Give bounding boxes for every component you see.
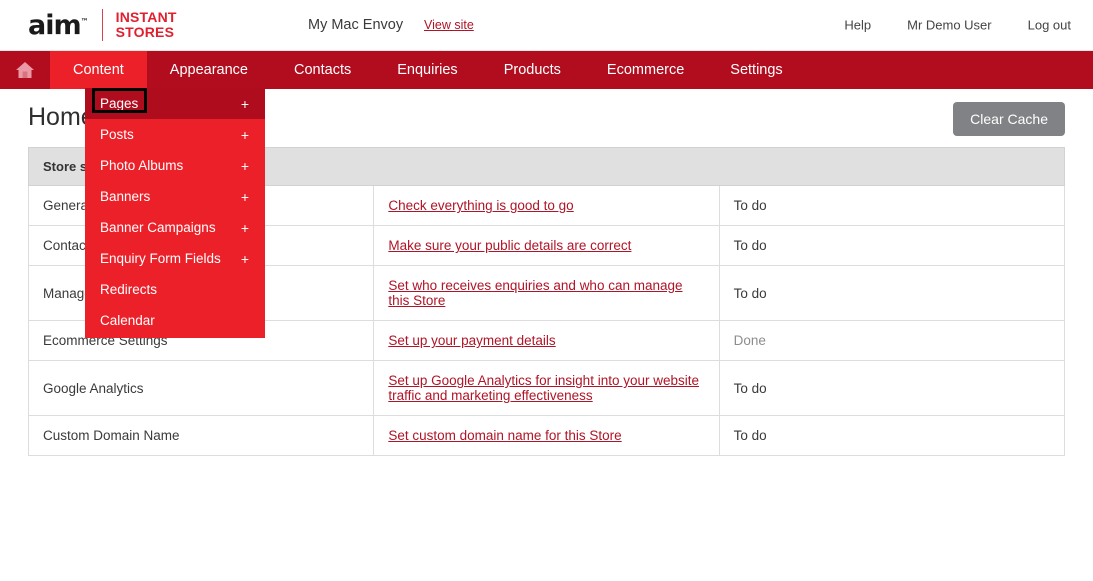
nav-item-settings[interactable]: Settings — [707, 51, 805, 89]
logo-trademark: ™ — [80, 16, 89, 26]
row-action-link[interactable]: Set up your payment details — [388, 333, 555, 348]
row-label: Custom Domain Name — [27, 415, 375, 456]
dropdown-item-calendar[interactable]: Calendar — [85, 305, 265, 336]
user-menu-link[interactable]: Mr Demo User — [907, 18, 992, 33]
dropdown-item-pages[interactable]: Pages + — [85, 88, 265, 119]
brand-logo[interactable]: aim™ INSTANT STORES — [28, 7, 177, 43]
row-status: To do — [718, 360, 1066, 416]
row-status: Done — [718, 320, 1066, 361]
row-label: Google Analytics — [27, 360, 375, 416]
expand-plus-icon[interactable]: + — [241, 190, 249, 204]
table-row: Google Analytics Set up Google Analytics… — [27, 360, 1066, 416]
logout-link[interactable]: Log out — [1028, 18, 1071, 33]
header-links: Help Mr Demo User Log out — [844, 18, 1071, 33]
dropdown-item-label: Calendar — [100, 313, 155, 328]
logo-aim-mark: aim™ — [28, 9, 89, 41]
dropdown-item-photo-albums[interactable]: Photo Albums + — [85, 150, 265, 181]
nav-item-content[interactable]: Content — [50, 51, 147, 89]
expand-plus-icon[interactable]: + — [241, 221, 249, 235]
nav-item-appearance[interactable]: Appearance — [147, 51, 271, 89]
main-navigation: Content Appearance Contacts Enquiries Pr… — [0, 51, 1093, 89]
dropdown-item-banners[interactable]: Banners + — [85, 181, 265, 212]
dropdown-item-label: Posts — [100, 127, 134, 142]
row-action-link[interactable]: Set who receives enquiries and who can m… — [388, 278, 682, 308]
logo-instant-stores: INSTANT STORES — [116, 10, 177, 40]
row-status: To do — [718, 265, 1066, 321]
logo-line-stores: STORES — [115, 24, 175, 40]
row-action-link[interactable]: Set custom domain name for this Store — [388, 428, 621, 443]
row-action-link[interactable]: Check everything is good to go — [388, 198, 573, 213]
content-dropdown-menu: Pages + Posts + Photo Albums + Banners +… — [85, 88, 265, 338]
help-link[interactable]: Help — [844, 18, 871, 33]
nav-home-button[interactable] — [0, 51, 50, 89]
dropdown-item-label: Photo Albums — [100, 158, 184, 173]
row-status: To do — [718, 225, 1066, 266]
dropdown-item-label: Banner Campaigns — [100, 220, 216, 235]
nav-item-enquiries[interactable]: Enquiries — [374, 51, 480, 89]
expand-plus-icon[interactable]: + — [241, 97, 249, 111]
nav-item-contacts[interactable]: Contacts — [271, 51, 374, 89]
dropdown-item-enquiry-form-fields[interactable]: Enquiry Form Fields + — [85, 243, 265, 274]
expand-plus-icon[interactable]: + — [241, 159, 249, 173]
view-site-link[interactable]: View site — [424, 18, 474, 32]
clear-cache-button[interactable]: Clear Cache — [953, 102, 1065, 136]
store-name: My Mac Envoy — [308, 17, 404, 33]
table-row: Custom Domain Name Set custom domain nam… — [27, 415, 1066, 456]
dropdown-item-redirects[interactable]: Redirects — [85, 274, 265, 305]
dropdown-item-label: Enquiry Form Fields — [100, 251, 221, 266]
home-icon — [16, 62, 34, 78]
row-action-link[interactable]: Set up Google Analytics for insight into… — [388, 373, 699, 403]
logo-divider — [101, 9, 103, 41]
expand-plus-icon[interactable]: + — [241, 252, 249, 266]
dropdown-item-label: Banners — [100, 189, 151, 204]
top-header: aim™ INSTANT STORES My Mac Envoy View si… — [0, 0, 1093, 51]
expand-plus-icon[interactable]: + — [241, 128, 249, 142]
nav-item-products[interactable]: Products — [481, 51, 584, 89]
dropdown-item-label: Pages — [100, 96, 139, 111]
dropdown-item-posts[interactable]: Posts + — [85, 119, 265, 150]
row-action-link[interactable]: Make sure your public details are correc… — [388, 238, 631, 253]
nav-item-ecommerce[interactable]: Ecommerce — [584, 51, 707, 89]
row-status: To do — [718, 185, 1066, 226]
row-status: To do — [718, 415, 1066, 456]
dropdown-item-label: Redirects — [100, 282, 158, 297]
logo-aim-text: aim — [28, 9, 82, 41]
dropdown-item-banner-campaigns[interactable]: Banner Campaigns + — [85, 212, 265, 243]
logo-line-instant: INSTANT — [115, 9, 177, 25]
